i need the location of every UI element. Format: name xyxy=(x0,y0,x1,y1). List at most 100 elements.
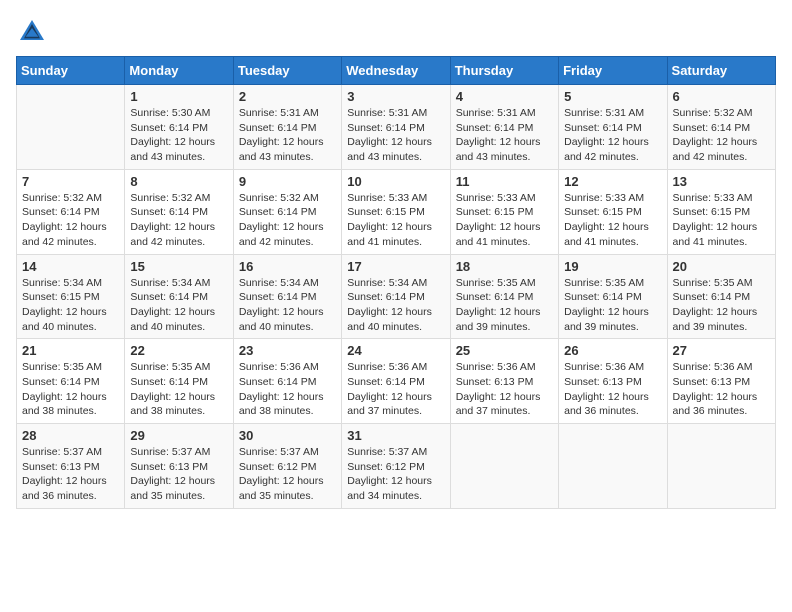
day-number: 3 xyxy=(347,89,444,104)
calendar-cell: 17 Sunrise: 5:34 AM Sunset: 6:14 PM Dayli… xyxy=(342,254,450,339)
week-row-3: 14Sunrise: 5:34 AM Sunset: 6:15 PM Dayli… xyxy=(17,254,776,339)
day-number: 13 xyxy=(673,174,770,189)
calendar-cell: 25 Sunrise: 5:36 AM Sunset: 6:13 PM Dayli… xyxy=(450,339,558,424)
day-number: 15 xyxy=(130,259,227,274)
day-number: 16 xyxy=(239,259,336,274)
day-info: Sunrise: 5:36 AM Sunset: 6:13 PM Dayligh… xyxy=(673,360,770,419)
header-day-tuesday: Tuesday xyxy=(233,57,341,85)
day-number: 12 xyxy=(564,174,661,189)
day-number: 9 xyxy=(239,174,336,189)
calendar-cell: 5Sunrise: 5:31 AM Sunset: 6:14 PM Daylig… xyxy=(559,85,667,170)
calendar-cell: 26 Sunrise: 5:36 AM Sunset: 6:13 PM Dayli… xyxy=(559,339,667,424)
header-day-wednesday: Wednesday xyxy=(342,57,450,85)
day-info: Sunrise: 5:33 AM Sunset: 6:15 PM Dayligh… xyxy=(564,191,661,250)
calendar-cell: 13 Sunrise: 5:33 AM Sunset: 6:15 PM Dayli… xyxy=(667,169,775,254)
week-row-5: 28 Sunrise: 5:37 AM Sunset: 6:13 PM Dayli… xyxy=(17,424,776,509)
calendar-cell: 15Sunrise: 5:34 AM Sunset: 6:14 PM Dayli… xyxy=(125,254,233,339)
day-number: 31 xyxy=(347,428,444,443)
day-number: 18 xyxy=(456,259,553,274)
day-number: 22 xyxy=(130,343,227,358)
day-number: 24 xyxy=(347,343,444,358)
day-number: 1 xyxy=(130,89,227,104)
calendar-cell: 22 Sunrise: 5:35 AM Sunset: 6:14 PM Dayli… xyxy=(125,339,233,424)
week-row-1: 1 Sunrise: 5:30 AM Sunset: 6:14 PM Daylig… xyxy=(17,85,776,170)
calendar-cell: 28 Sunrise: 5:37 AM Sunset: 6:13 PM Dayli… xyxy=(17,424,125,509)
calendar-cell: 24 Sunrise: 5:36 AM Sunset: 6:14 PM Dayli… xyxy=(342,339,450,424)
day-info: Sunrise: 5:36 AM Sunset: 6:13 PM Dayligh… xyxy=(564,360,661,419)
day-number: 7 xyxy=(22,174,119,189)
day-info: Sunrise: 5:35 AM Sunset: 6:14 PM Dayligh… xyxy=(22,360,119,419)
calendar-cell: 31 Sunrise: 5:37 AM Sunset: 6:12 PM Dayli… xyxy=(342,424,450,509)
calendar-cell xyxy=(17,85,125,170)
day-info: Sunrise: 5:33 AM Sunset: 6:15 PM Dayligh… xyxy=(456,191,553,250)
day-number: 27 xyxy=(673,343,770,358)
calendar-cell: 8 Sunrise: 5:32 AM Sunset: 6:14 PM Daylig… xyxy=(125,169,233,254)
day-info: Sunrise: 5:35 AM Sunset: 6:14 PM Dayligh… xyxy=(673,276,770,335)
day-info: Sunrise: 5:31 AM Sunset: 6:14 PM Dayligh… xyxy=(456,106,553,165)
day-info: Sunrise: 5:31 AM Sunset: 6:14 PM Dayligh… xyxy=(564,106,661,165)
day-number: 10 xyxy=(347,174,444,189)
header-day-saturday: Saturday xyxy=(667,57,775,85)
day-number: 20 xyxy=(673,259,770,274)
day-info: Sunrise: 5:31 AM Sunset: 6:14 PM Dayligh… xyxy=(239,106,336,165)
calendar-table: SundayMondayTuesdayWednesdayThursdayFrid… xyxy=(16,56,776,509)
day-info: Sunrise: 5:30 AM Sunset: 6:14 PM Dayligh… xyxy=(130,106,227,165)
day-number: 25 xyxy=(456,343,553,358)
day-info: Sunrise: 5:37 AM Sunset: 6:12 PM Dayligh… xyxy=(239,445,336,504)
day-info: Sunrise: 5:35 AM Sunset: 6:14 PM Dayligh… xyxy=(456,276,553,335)
calendar-cell: 19Sunrise: 5:35 AM Sunset: 6:14 PM Dayli… xyxy=(559,254,667,339)
calendar-cell: 14Sunrise: 5:34 AM Sunset: 6:15 PM Dayli… xyxy=(17,254,125,339)
day-info: Sunrise: 5:34 AM Sunset: 6:14 PM Dayligh… xyxy=(239,276,336,335)
calendar-cell: 12 Sunrise: 5:33 AM Sunset: 6:15 PM Dayli… xyxy=(559,169,667,254)
calendar-cell xyxy=(559,424,667,509)
day-number: 17 xyxy=(347,259,444,274)
day-info: Sunrise: 5:32 AM Sunset: 6:14 PM Dayligh… xyxy=(130,191,227,250)
logo-icon xyxy=(16,16,48,48)
calendar-cell: 20 Sunrise: 5:35 AM Sunset: 6:14 PM Dayli… xyxy=(667,254,775,339)
calendar-header: SundayMondayTuesdayWednesdayThursdayFrid… xyxy=(17,57,776,85)
calendar-cell xyxy=(667,424,775,509)
calendar-cell: 10Sunrise: 5:33 AM Sunset: 6:15 PM Dayli… xyxy=(342,169,450,254)
day-number: 6 xyxy=(673,89,770,104)
day-number: 26 xyxy=(564,343,661,358)
calendar-cell: 11 Sunrise: 5:33 AM Sunset: 6:15 PM Dayli… xyxy=(450,169,558,254)
calendar-cell: 3 Sunrise: 5:31 AM Sunset: 6:14 PM Daylig… xyxy=(342,85,450,170)
day-info: Sunrise: 5:31 AM Sunset: 6:14 PM Dayligh… xyxy=(347,106,444,165)
day-number: 29 xyxy=(130,428,227,443)
calendar-cell: 4 Sunrise: 5:31 AM Sunset: 6:14 PM Daylig… xyxy=(450,85,558,170)
day-info: Sunrise: 5:32 AM Sunset: 6:14 PM Dayligh… xyxy=(22,191,119,250)
day-info: Sunrise: 5:34 AM Sunset: 6:14 PM Dayligh… xyxy=(347,276,444,335)
calendar-cell: 1 Sunrise: 5:30 AM Sunset: 6:14 PM Daylig… xyxy=(125,85,233,170)
page-header xyxy=(16,16,776,48)
calendar-cell: 18 Sunrise: 5:35 AM Sunset: 6:14 PM Dayli… xyxy=(450,254,558,339)
day-info: Sunrise: 5:35 AM Sunset: 6:14 PM Dayligh… xyxy=(130,360,227,419)
day-info: Sunrise: 5:32 AM Sunset: 6:14 PM Dayligh… xyxy=(673,106,770,165)
header-day-sunday: Sunday xyxy=(17,57,125,85)
day-number: 4 xyxy=(456,89,553,104)
day-info: Sunrise: 5:33 AM Sunset: 6:15 PM Dayligh… xyxy=(673,191,770,250)
calendar-cell xyxy=(450,424,558,509)
day-info: Sunrise: 5:36 AM Sunset: 6:13 PM Dayligh… xyxy=(456,360,553,419)
day-info: Sunrise: 5:36 AM Sunset: 6:14 PM Dayligh… xyxy=(347,360,444,419)
calendar-cell: 9Sunrise: 5:32 AM Sunset: 6:14 PM Daylig… xyxy=(233,169,341,254)
day-info: Sunrise: 5:37 AM Sunset: 6:13 PM Dayligh… xyxy=(130,445,227,504)
day-number: 19 xyxy=(564,259,661,274)
day-number: 28 xyxy=(22,428,119,443)
day-number: 21 xyxy=(22,343,119,358)
header-row: SundayMondayTuesdayWednesdayThursdayFrid… xyxy=(17,57,776,85)
calendar-cell: 27 Sunrise: 5:36 AM Sunset: 6:13 PM Dayli… xyxy=(667,339,775,424)
day-number: 8 xyxy=(130,174,227,189)
week-row-2: 7 Sunrise: 5:32 AM Sunset: 6:14 PM Daylig… xyxy=(17,169,776,254)
calendar-cell: 30 Sunrise: 5:37 AM Sunset: 6:12 PM Dayli… xyxy=(233,424,341,509)
day-number: 30 xyxy=(239,428,336,443)
day-info: Sunrise: 5:37 AM Sunset: 6:12 PM Dayligh… xyxy=(347,445,444,504)
day-number: 11 xyxy=(456,174,553,189)
calendar-cell: 7 Sunrise: 5:32 AM Sunset: 6:14 PM Daylig… xyxy=(17,169,125,254)
calendar-body: 1 Sunrise: 5:30 AM Sunset: 6:14 PM Daylig… xyxy=(17,85,776,509)
header-day-thursday: Thursday xyxy=(450,57,558,85)
day-info: Sunrise: 5:37 AM Sunset: 6:13 PM Dayligh… xyxy=(22,445,119,504)
calendar-cell: 29 Sunrise: 5:37 AM Sunset: 6:13 PM Dayli… xyxy=(125,424,233,509)
calendar-cell: 2Sunrise: 5:31 AM Sunset: 6:14 PM Daylig… xyxy=(233,85,341,170)
day-number: 14 xyxy=(22,259,119,274)
header-day-monday: Monday xyxy=(125,57,233,85)
